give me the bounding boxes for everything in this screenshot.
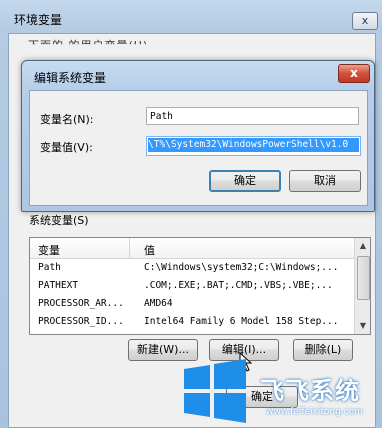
dialog-body: 变量名(N): Path 变量值(V): T%\System32\Windows… [29, 90, 368, 206]
watermark-url: www.feifeixitong.com [266, 407, 363, 417]
variable-value-label: 变量值(V): [40, 141, 93, 154]
column-header-value[interactable]: 值 [144, 242, 155, 258]
close-button[interactable]: x [352, 12, 378, 30]
variable-value-field[interactable]: T%\System32\WindowsPowerShell\v1.0\ [146, 136, 361, 156]
variable-name: PROCESSOR_ID... [38, 316, 124, 327]
vertical-scrollbar[interactable]: ▲ ▼ [354, 238, 370, 334]
column-header-variable[interactable]: 变量 [38, 242, 60, 258]
variable-name: PROCESSOR_AR... [38, 298, 124, 309]
column-divider[interactable] [129, 238, 130, 258]
windows-logo-icon [184, 359, 246, 423]
system-variables-label: 系统变量(S) [29, 214, 89, 227]
cancel-button[interactable]: 取消 [289, 170, 361, 192]
variable-value: .COM;.EXE;.BAT;.CMD;.VBS;.VBE;... [144, 280, 333, 291]
system-variables-list[interactable]: 变量 值 Path C:\Windows\system32;C:\Windows… [29, 237, 371, 335]
scroll-up-icon[interactable]: ▲ [355, 238, 370, 254]
variable-value: C:\Windows\system32;C:\Windows;... [144, 262, 339, 273]
list-header: 变量 值 [30, 238, 354, 259]
table-row[interactable]: Path C:\Windows\system32;C:\Windows;... [30, 259, 354, 277]
user-variables-label: 下面的 的用户变量(U) [28, 39, 149, 52]
variable-name-label: 变量名(N): [40, 113, 94, 126]
variable-value: Intel64 Family 6 Model 158 Step... [144, 316, 339, 327]
variable-name-field[interactable]: Path [146, 107, 359, 125]
variable-name: Path [38, 262, 61, 273]
ok-button[interactable]: 确定 [209, 170, 281, 192]
watermark-text: 飞飞系统 [260, 377, 360, 405]
table-row[interactable]: PROCESSOR_AR... AMD64 [30, 295, 354, 313]
close-button[interactable]: x [338, 64, 370, 83]
table-row[interactable]: PATHEXT .COM;.EXE;.BAT;.CMD;.VBS;.VBE;..… [30, 277, 354, 295]
scroll-thumb[interactable] [357, 256, 370, 300]
scroll-down-icon[interactable]: ▼ [355, 318, 370, 334]
variable-value: AMD64 [144, 298, 173, 309]
dialog-title: 编辑系统变量 [34, 71, 107, 85]
dialog-title: 环境变量 [14, 13, 63, 27]
delete-button[interactable]: 删除(L) [293, 339, 353, 361]
selected-text: T%\System32\WindowsPowerShell\v1.0\ [148, 138, 359, 152]
table-row[interactable]: PROCESSOR_ID... Intel64 Family 6 Model 1… [30, 313, 354, 331]
edit-system-variable-dialog: 编辑系统变量 x 变量名(N): Path 变量值(V): T%\System3… [21, 60, 375, 212]
variable-name: PATHEXT [38, 280, 79, 291]
